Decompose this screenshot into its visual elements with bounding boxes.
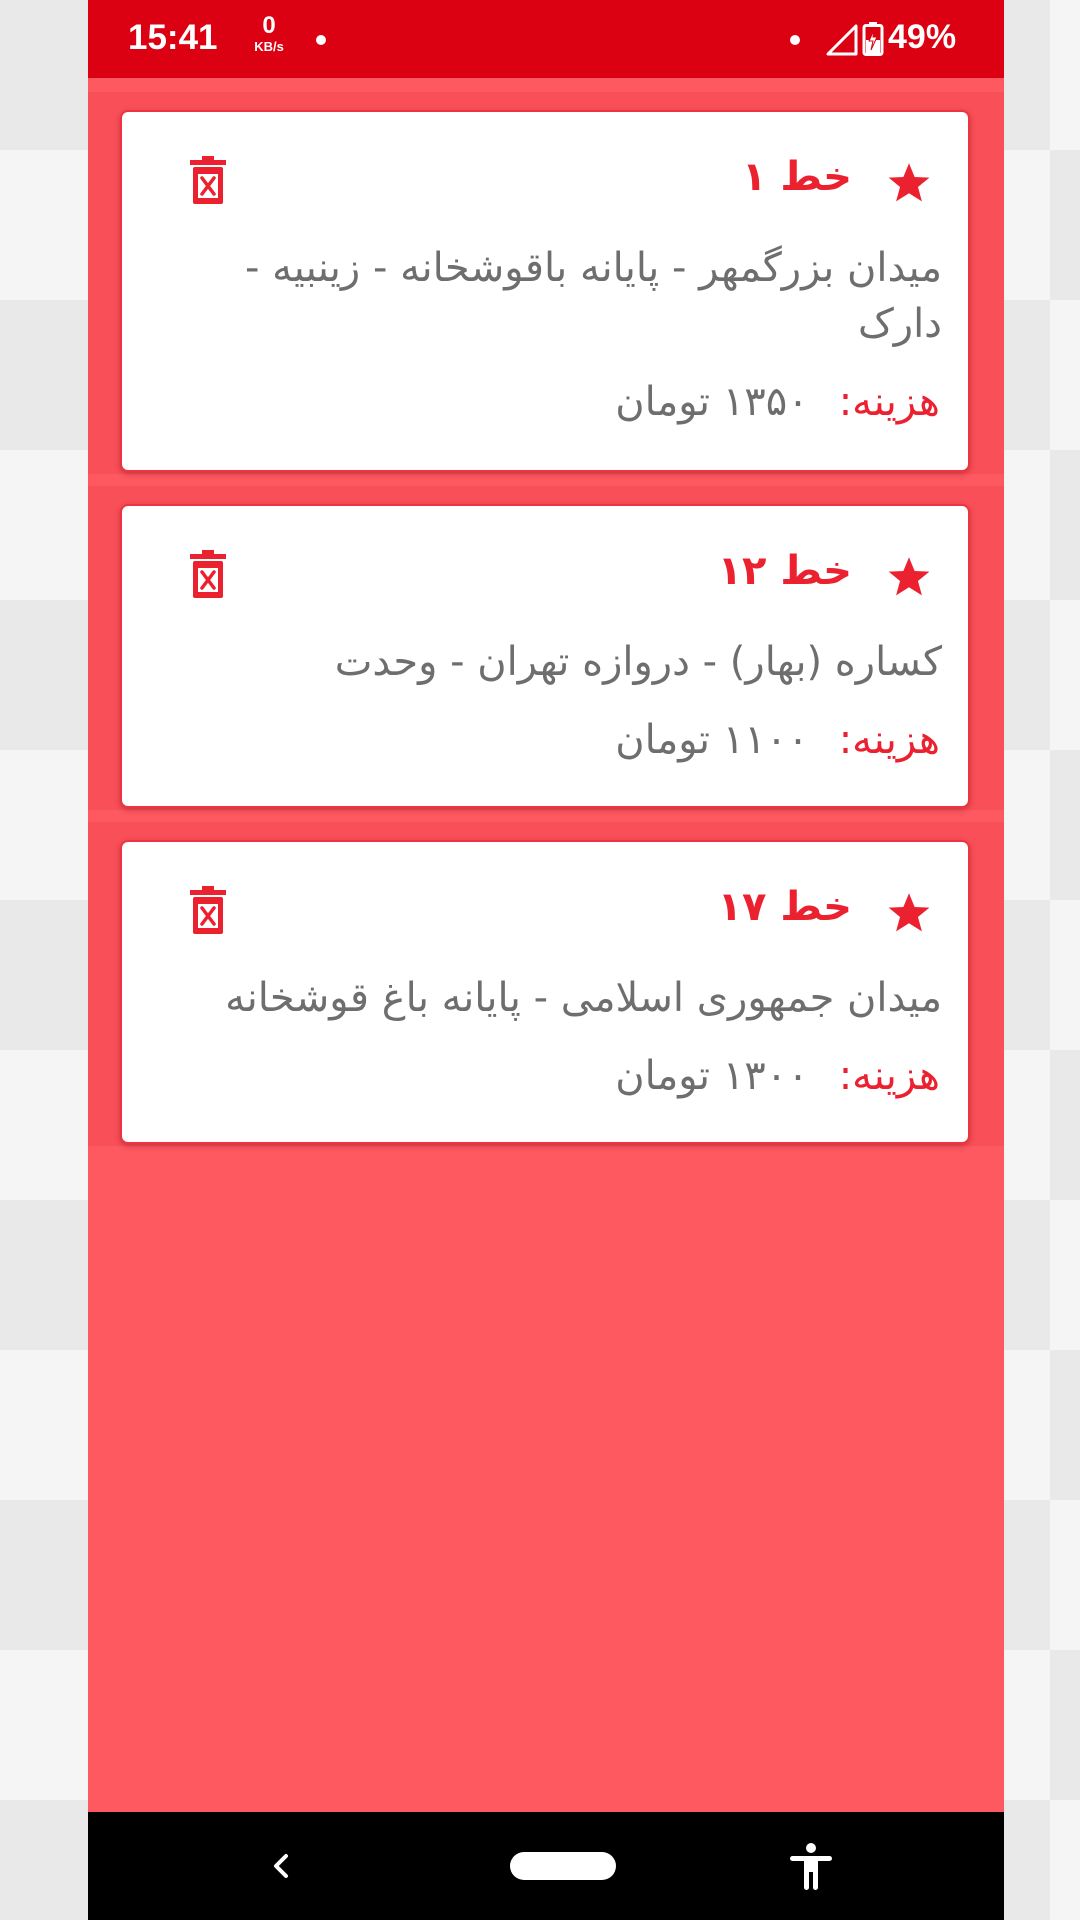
star-icon[interactable] — [884, 888, 934, 938]
network-speed-unit: KB/s — [254, 39, 284, 54]
star-icon[interactable] — [884, 552, 934, 602]
home-pill-icon[interactable] — [510, 1852, 616, 1880]
favorite-card[interactable]: خط ۱۷ میدان جمهوری اسلامی - پایانه باغ ق… — [120, 840, 970, 1144]
cost-value: ۱۱۰۰ تومان — [615, 717, 809, 763]
line-title: خط ۱ — [741, 154, 852, 200]
cost-row: هزینه: ۱۳۰۰ تومان — [615, 1048, 940, 1104]
phone-screen: 15:41 0 KB/s 49% خط ۱ میدان بزرگمهر - پا… — [88, 0, 1004, 1920]
cost-label: هزینه: — [838, 379, 940, 425]
cost-row: هزینه: ۱۱۰۰ تومان — [615, 712, 940, 768]
line-title: خط ۱۲ — [717, 548, 852, 594]
battery-percent: 49% — [888, 18, 957, 56]
notification-dot-icon — [316, 35, 326, 45]
favorite-card[interactable]: خط ۱۲ کساره (بهار) - دروازه تهران - وحدت… — [120, 504, 970, 808]
notification-dot-icon — [790, 35, 800, 45]
line-title: خط ۱۷ — [717, 884, 852, 930]
chevron-left-icon[interactable] — [264, 1848, 300, 1884]
battery-charging-icon — [862, 22, 884, 56]
star-icon[interactable] — [884, 158, 934, 208]
status-time: 15:41 — [128, 18, 218, 57]
cost-row: هزینه: ۱۳۵۰ تومان — [615, 374, 940, 430]
favorite-card[interactable]: خط ۱ میدان بزرگمهر - پایانه باقوشخانه - … — [120, 110, 970, 472]
status-bar: 15:41 0 KB/s 49% — [88, 0, 1004, 78]
network-speed-value: 0 — [262, 12, 276, 39]
trash-icon[interactable] — [190, 550, 226, 598]
network-speed: 0 KB/s — [244, 12, 294, 54]
route-stops: میدان بزرگمهر - پایانه باقوشخانه - زینبی… — [244, 245, 942, 347]
cell-signal-icon — [826, 24, 858, 56]
cost-value: ۱۳۰۰ تومان — [615, 1053, 809, 1099]
trash-icon[interactable] — [190, 156, 226, 204]
trash-icon[interactable] — [190, 886, 226, 934]
cost-label: هزینه: — [838, 1053, 940, 1099]
accessibility-icon[interactable] — [788, 1842, 834, 1890]
route-stops: میدان جمهوری اسلامی - پایانه باغ قوشخانه — [225, 975, 942, 1021]
route-stops: کساره (بهار) - دروازه تهران - وحدت — [334, 639, 942, 685]
cost-value: ۱۳۵۰ تومان — [615, 379, 809, 425]
navigation-bar — [88, 1812, 1004, 1920]
cost-label: هزینه: — [838, 717, 940, 763]
